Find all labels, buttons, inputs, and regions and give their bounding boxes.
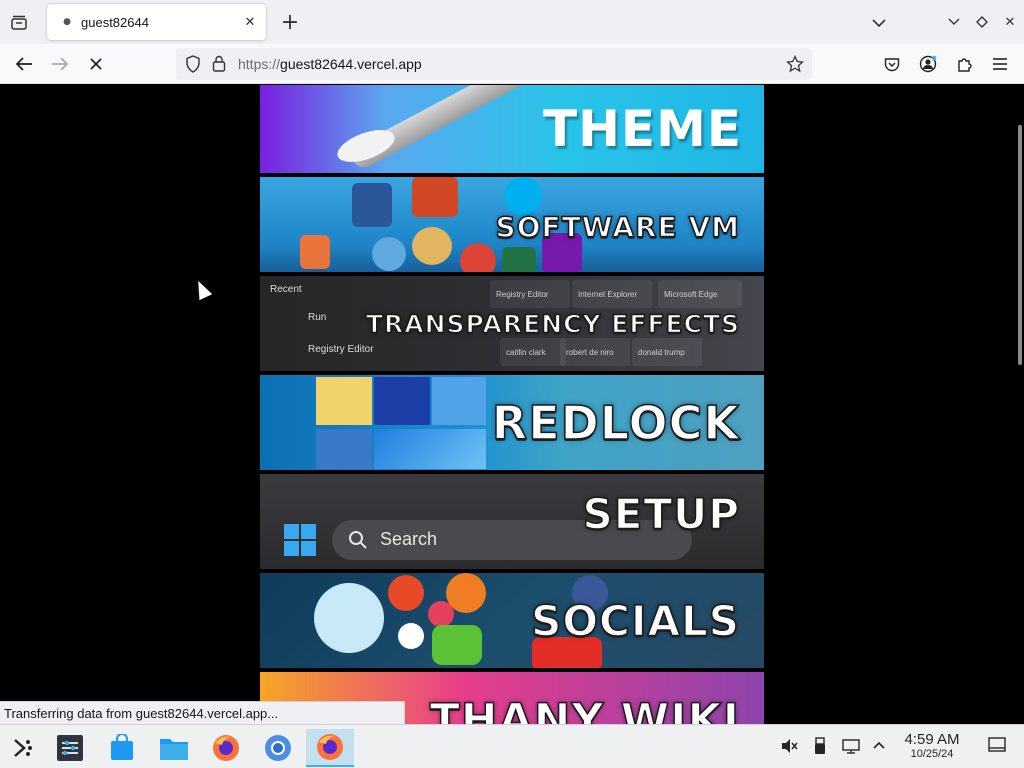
address-bar[interactable]: https://guest82644.vercel.app — [176, 48, 812, 80]
show-desktop-icon[interactable] — [988, 737, 1006, 757]
chip-microsoft-edge: Microsoft Edge — [658, 280, 742, 308]
clock-time: 4:59 AM — [904, 731, 960, 748]
chromium-icon[interactable] — [258, 729, 298, 767]
chip-registry-editor: Registry Editor — [490, 280, 570, 308]
forward-icon[interactable] — [46, 50, 74, 78]
back-icon[interactable] — [10, 50, 38, 78]
banner-software-vm[interactable]: SOFTWARE VM — [260, 177, 764, 272]
file-manager-icon[interactable] — [154, 729, 194, 767]
banner-title: SOFTWARE VM — [495, 210, 740, 245]
banner-transparency-effects[interactable]: Recent Run Registry Editor Registry Edit… — [260, 276, 764, 371]
lock-icon[interactable] — [212, 55, 226, 76]
pocket-icon[interactable] — [878, 50, 906, 78]
banner-title: SETUP — [582, 489, 740, 540]
stop-loading-icon[interactable] — [82, 50, 110, 78]
banner-title: SOCIALS — [530, 595, 740, 646]
registry-editor-label: Registry Editor — [308, 344, 374, 355]
banner-title: THEME — [542, 100, 742, 158]
badge-icon — [388, 575, 424, 611]
volume-muted-icon[interactable] — [780, 737, 798, 759]
usb-device-icon[interactable] — [814, 737, 826, 759]
banner-list: THEME SOFTWARE VM Recent Run Registry Ed… — [260, 85, 764, 724]
clock-date: 10/25/24 — [910, 748, 954, 760]
clock[interactable]: 4:59 AM 10/25/24 — [896, 731, 968, 760]
extensions-icon[interactable] — [950, 50, 978, 78]
tab-favicon-icon: ● — [63, 17, 71, 27]
banner-redlock[interactable]: REDLOCK — [260, 375, 764, 470]
shield-icon[interactable] — [185, 55, 201, 77]
skype-icon — [504, 177, 542, 215]
bookmark-star-icon[interactable] — [785, 54, 805, 77]
excel-icon — [502, 247, 536, 272]
banner-title: TRANSPARENCY EFFECTS — [365, 309, 740, 340]
powerpoint-icon — [412, 177, 458, 217]
banner-title: THANY WIKI — [429, 694, 740, 724]
chip-internet-explorer: Internet Explorer — [572, 280, 652, 308]
scrollbar-thumb[interactable] — [1018, 125, 1022, 365]
close-window-icon[interactable]: ✕ — [1000, 12, 1020, 32]
firefox-icon[interactable] — [206, 729, 246, 767]
chat-icon — [432, 625, 482, 665]
banner-socials[interactable]: SOCIALS — [260, 573, 764, 668]
network-icon[interactable] — [842, 737, 860, 759]
tray-expand-icon[interactable] — [872, 737, 886, 759]
search-label: Search — [380, 529, 438, 549]
computer-tile — [374, 377, 430, 425]
desktop-tile — [316, 429, 372, 469]
chip-donald-trump: donald trump — [632, 338, 702, 366]
discover-store-icon[interactable] — [102, 729, 142, 767]
navigation-bar: https://guest82644.vercel.app — [0, 44, 1024, 84]
browser-tab[interactable]: ● guest82644 ✕ — [47, 4, 266, 40]
chrome-icon — [460, 243, 496, 272]
page-scrollbar[interactable] — [1016, 85, 1024, 724]
url-text[interactable]: https://guest82644.vercel.app — [238, 56, 422, 72]
maps-icon — [398, 623, 424, 649]
twitter-icon — [314, 583, 384, 653]
banner-title: REDLOCK — [491, 395, 740, 451]
firefox-active-window-icon[interactable] — [306, 729, 354, 767]
page-viewport: THEME SOFTWARE VM Recent Run Registry Ed… — [0, 85, 1016, 724]
explorer-tile — [316, 377, 372, 425]
app-tile — [432, 377, 486, 425]
banner-setup[interactable]: Search SETUP — [260, 474, 764, 569]
close-tab-icon[interactable]: ✕ — [240, 15, 260, 30]
chip-caitlin-clark: caitlin clark — [500, 338, 566, 366]
taskbar: 4:59 AM 10/25/24 — [0, 724, 1024, 768]
plus-icon — [446, 573, 486, 613]
maximize-icon[interactable] — [972, 12, 992, 32]
recent-label: Recent — [270, 284, 302, 295]
paint-icon — [412, 227, 452, 265]
new-tab-button[interactable]: + — [278, 10, 302, 35]
status-bar: Transferring data from guest82644.vercel… — [0, 701, 405, 725]
paintbrush-icon — [347, 85, 563, 172]
app-launcher-icon[interactable] — [2, 729, 42, 767]
tab-list-icon[interactable] — [8, 12, 30, 34]
windows7-tile — [374, 429, 486, 469]
chip-robert-de-niro: robert de niro — [560, 338, 630, 366]
tab-bar: ● guest82644 ✕ + ✕ — [0, 0, 1024, 44]
system-settings-icon[interactable] — [50, 729, 90, 767]
run-label: Run — [308, 312, 327, 323]
menu-icon[interactable] — [986, 50, 1014, 78]
word-icon — [352, 183, 392, 227]
tab-title: guest82644 — [81, 14, 149, 30]
banner-theme[interactable]: THEME — [260, 85, 764, 173]
itunes-icon — [372, 237, 406, 271]
account-icon[interactable] — [914, 50, 942, 78]
minimize-icon[interactable] — [944, 12, 964, 32]
sway-icon — [300, 235, 330, 269]
search-icon — [348, 530, 368, 554]
chevron-down-icon[interactable] — [868, 12, 890, 34]
windows-logo-icon — [284, 524, 316, 556]
